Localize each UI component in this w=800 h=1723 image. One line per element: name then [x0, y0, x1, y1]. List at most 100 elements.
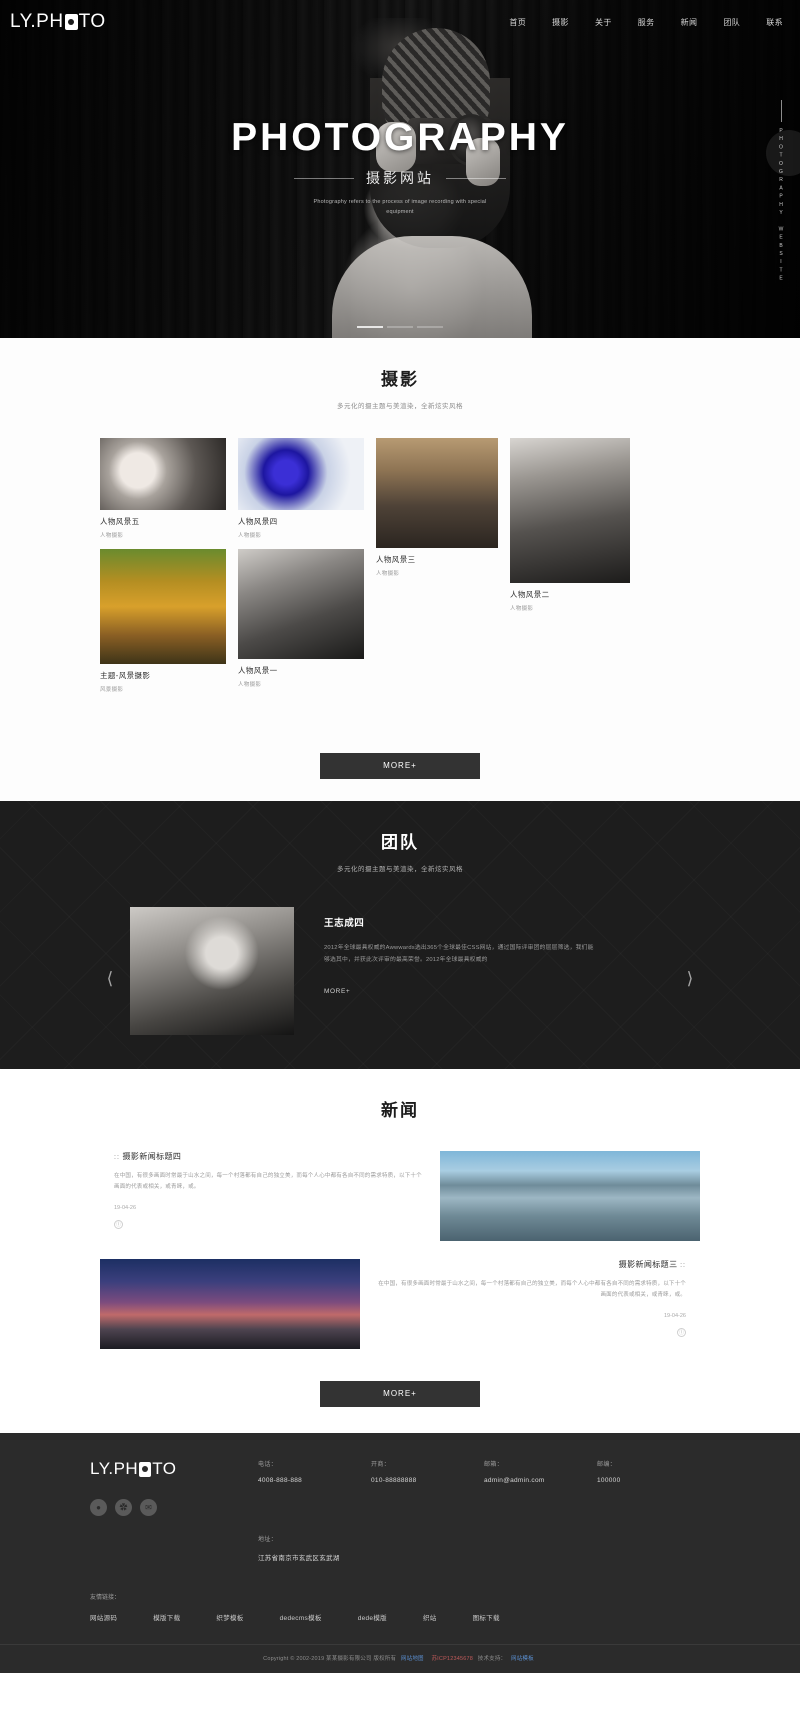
footer-link-2[interactable]: 模版下载 — [153, 1612, 180, 1622]
footer-link-4[interactable]: dedecms模板 — [280, 1612, 322, 1622]
team-subtitle: 多元化的摄主题与美渲染，全新炫实风格 — [337, 866, 463, 873]
footer-contact-value: 100000 — [597, 1477, 621, 1484]
gallery-thumbnail[interactable] — [510, 438, 630, 583]
news-item[interactable]: 摄影新闻标题三 :: 在中国，有很多画面时常最于山水之间，每一个村落都有自己的独… — [100, 1259, 700, 1349]
gallery-caption: 人物风景二 人物摄影 — [510, 583, 630, 612]
news-item-date: 19-04-26 — [114, 1205, 137, 1211]
gallery-thumbnail[interactable] — [238, 438, 364, 510]
photography-subtitle: 多元化的摄主题与美渲染，全新炫实风格 — [337, 403, 463, 410]
news-more-button[interactable]: MORE+ — [320, 1381, 480, 1407]
gallery-item[interactable]: 人物风景一 人物摄影 — [238, 549, 364, 688]
gallery-thumbnail[interactable] — [100, 549, 226, 664]
news-item-description: 在中国，有很多画面时常最于山水之间，每一个村落都有自己的独立美，而每个人心中都有… — [114, 1173, 422, 1190]
nav-item-team[interactable]: 团队 — [710, 13, 753, 32]
footer-main: LY.PH TO ● ✿ ✉ 电话： 4008-888-888 开商： 010-8… — [90, 1459, 710, 1516]
nav-item-news[interactable]: 新闻 — [668, 13, 711, 32]
nav-item-photography[interactable]: 摄影 — [539, 13, 582, 32]
news-heading: 新闻 — [0, 1069, 800, 1121]
slider-dot-1[interactable] — [357, 326, 383, 328]
hero-hand-left — [376, 122, 416, 172]
team-member-photo[interactable] — [130, 907, 294, 1035]
gallery-item-name: 人物风景四 — [238, 517, 278, 526]
copyright-link-icp[interactable]: 苏ICP12345678 — [431, 1656, 473, 1662]
logo-text-pre: LY.PH — [10, 11, 64, 32]
news-item[interactable]: :: 摄影新闻标题四 在中国，有很多画面时常最于山水之间，每一个村落都有自己的独… — [100, 1151, 700, 1241]
footer-address-value: 江苏省南京市玄武区玄武湖 — [258, 1555, 340, 1562]
site-footer: LY.PH TO ● ✿ ✉ 电话： 4008-888-888 开商： 010-8… — [0, 1433, 800, 1673]
footer-logo-camera-icon — [139, 1461, 152, 1477]
wechat-icon[interactable]: ✉ — [140, 1499, 157, 1516]
photography-gallery: 人物风景五 人物摄影 主题-风景摄影 风景摄影 人物风景四 人物摄影 人物风景一… — [100, 438, 700, 693]
news-title: 新闻 — [381, 1101, 419, 1120]
weibo-icon[interactable]: ✿ — [115, 1499, 132, 1516]
news-item-text: 摄影新闻标题三 :: 在中国，有很多画面时常最于山水之间，每一个村落都有自己的独… — [360, 1259, 700, 1339]
footer-contact-value: admin@admin.com — [484, 1477, 545, 1484]
news-section: 新闻 :: 摄影新闻标题四 在中国，有很多画面时常最于山水之间，每一个村落都有自… — [0, 1069, 800, 1433]
footer-friend-links: 友情链接： 网站源码 模版下载 织梦模板 dedecms模板 dede模版 织站… — [90, 1592, 710, 1622]
news-bullet-icon: :: — [114, 1154, 120, 1161]
nav-item-contact[interactable]: 联系 — [753, 13, 796, 32]
news-item-title: 摄影新闻标题三 — [618, 1260, 678, 1269]
footer-copyright: Copyright © 2002-2019 某某摄影有限公司 版权所有 网站地图… — [0, 1644, 800, 1673]
gallery-column-1: 人物风景五 人物摄影 主题-风景摄影 风景摄影 — [100, 438, 226, 693]
gallery-item-category: 风景摄影 — [100, 687, 124, 693]
gallery-item[interactable]: 人物风景三 人物摄影 — [376, 438, 498, 577]
gallery-thumbnail[interactable] — [100, 438, 226, 510]
footer-link-3[interactable]: 织梦模板 — [216, 1612, 243, 1622]
footer-contact-phone: 电话： 4008-888-888 — [258, 1459, 371, 1516]
photography-more-wrap: MORE+ — [0, 753, 800, 779]
team-more-link[interactable]: MORE+ — [324, 988, 350, 995]
photography-more-button[interactable]: MORE+ — [320, 753, 480, 779]
nav-item-home[interactable]: 首页 — [496, 13, 539, 32]
team-section: 团队 多元化的摄主题与美渲染，全新炫实风格 ⟨ 王志成四 2012年全球最具权威… — [0, 801, 800, 1069]
news-item-image[interactable] — [440, 1151, 700, 1241]
hero-photo-decoration — [280, 18, 550, 338]
gallery-item-category: 人物摄影 — [510, 606, 534, 612]
gallery-thumbnail[interactable] — [376, 438, 498, 548]
nav-item-about[interactable]: 关于 — [582, 13, 625, 32]
gallery-column-4: 人物风景二 人物摄影 — [510, 438, 630, 693]
news-item-date: 19-04-26 — [663, 1313, 686, 1319]
hero-banner: LY.PH TO 首页 摄影 关于 服务 新闻 团队 联系 PHOTOGRAPHY… — [0, 0, 800, 338]
gallery-caption: 人物风景一 人物摄影 — [238, 659, 364, 688]
team-member-description: 2012年全球最具权威的Awwwards选出365个全球最佳CSS网站，通过国际… — [324, 945, 594, 964]
qq-icon[interactable]: ● — [90, 1499, 107, 1516]
slider-dot-2[interactable] — [387, 326, 413, 328]
footer-logo[interactable]: LY.PH TO — [90, 1459, 258, 1479]
news-item-text: :: 摄影新闻标题四 在中国，有很多画面时常最于山水之间，每一个村落都有自己的独… — [100, 1151, 440, 1231]
hero-slider-pagination — [0, 326, 800, 328]
news-item-image[interactable] — [100, 1259, 360, 1349]
news-item-title-row: :: 摄影新闻标题四 — [114, 1151, 426, 1162]
gallery-item[interactable]: 主题-风景摄影 风景摄影 — [100, 549, 226, 693]
arrow-down-icon — [780, 100, 782, 122]
news-item-badge: ① — [677, 1328, 686, 1337]
nav-item-service[interactable]: 服务 — [625, 13, 668, 32]
gallery-item-name: 主题-风景摄影 — [100, 671, 151, 680]
copyright-text: Copyright © 2002-2019 某某摄影有限公司 版权所有 — [263, 1656, 397, 1662]
gallery-caption: 人物风景四 人物摄影 — [238, 510, 364, 539]
footer-link-5[interactable]: dede模版 — [358, 1612, 387, 1622]
copyright-link-template[interactable]: 网站模板 — [511, 1656, 534, 1662]
slider-dot-3[interactable] — [417, 326, 443, 328]
footer-contact-email: 邮箱： admin@admin.com — [484, 1459, 597, 1516]
footer-contact-label: 邮编： — [597, 1462, 617, 1468]
site-logo[interactable]: LY.PH TO — [10, 11, 106, 33]
copyright-link-sitemap[interactable]: 网站地图 — [401, 1656, 424, 1662]
footer-address-row: 地址： 江苏省南京市玄武区玄武湖 — [90, 1534, 710, 1562]
footer-address: 地址： 江苏省南京市玄武区玄武湖 — [258, 1534, 340, 1562]
footer-contact-zip: 邮编： 100000 — [597, 1459, 710, 1516]
footer-contact-value: 010-88888888 — [371, 1477, 417, 1484]
gallery-item[interactable]: 人物风景四 人物摄影 — [238, 438, 364, 539]
footer-links-row: 网站源码 模版下载 织梦模板 dedecms模板 dede模版 织站 图标下载 — [90, 1612, 710, 1622]
footer-link-7[interactable]: 图标下载 — [473, 1612, 500, 1622]
gallery-item-category: 人物摄影 — [238, 682, 262, 688]
footer-contact-label: 电话： — [258, 1462, 278, 1468]
gallery-caption: 人物风景三 人物摄影 — [376, 548, 498, 577]
footer-link-6[interactable]: 织站 — [423, 1612, 437, 1622]
gallery-item[interactable]: 人物风景五 人物摄影 — [100, 438, 226, 539]
chevron-left-icon[interactable]: ⟨ — [100, 969, 120, 989]
chevron-right-icon[interactable]: ⟩ — [680, 969, 700, 989]
gallery-item[interactable]: 人物风景二 人物摄影 — [510, 438, 630, 612]
footer-link-1[interactable]: 网站源码 — [90, 1612, 117, 1622]
gallery-thumbnail[interactable] — [238, 549, 364, 659]
